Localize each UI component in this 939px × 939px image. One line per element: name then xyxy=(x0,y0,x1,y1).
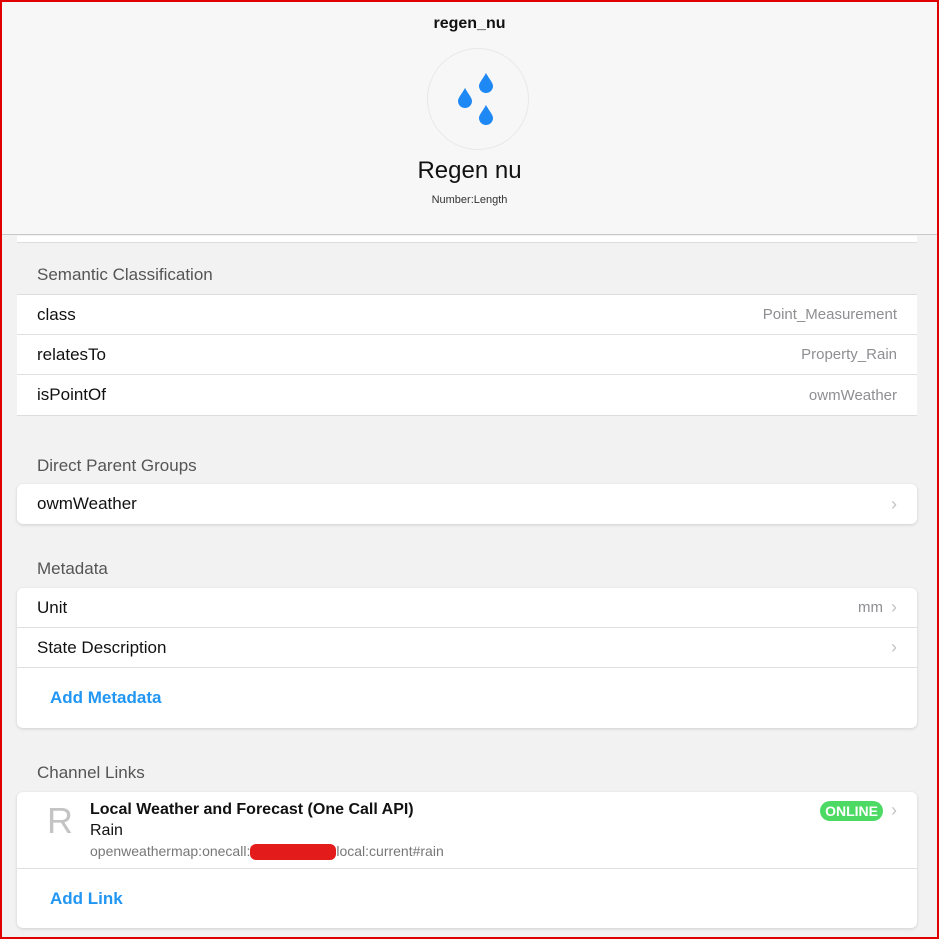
metadata-list: Unit mm › State Description › Add Metadata xyxy=(17,588,917,728)
row-key: isPointOf xyxy=(37,385,106,404)
metadata-state-description[interactable]: State Description › xyxy=(17,628,917,668)
metadata-unit[interactable]: Unit mm › xyxy=(17,588,917,628)
channel-label: Rain xyxy=(90,822,123,839)
status-badge: ONLINE xyxy=(820,800,883,821)
section-title-metadata: Metadata xyxy=(37,559,108,578)
rain-drops-icon xyxy=(427,48,529,150)
channel-avatar: R xyxy=(47,800,73,841)
add-metadata-row: Add Metadata xyxy=(17,668,917,728)
section-title-parents: Direct Parent Groups xyxy=(37,456,197,475)
section-title-channels: Channel Links xyxy=(37,763,145,782)
add-link-button[interactable]: Add Link xyxy=(50,889,123,909)
row-key: relatesTo xyxy=(37,344,106,364)
parents-list: owmWeather › xyxy=(17,484,917,524)
row-value: Property_Rain xyxy=(801,346,897,363)
section-title-semantic: Semantic Classification xyxy=(37,265,213,284)
row-value: mm xyxy=(858,599,883,616)
chevron-right-icon: › xyxy=(891,800,897,820)
row-key: class xyxy=(37,304,76,324)
row-key: Unit xyxy=(37,597,68,617)
group-name: owmWeather xyxy=(37,494,137,513)
semantic-row-ispointof: isPointOf owmWeather xyxy=(17,375,917,415)
thing-label: Local Weather and Forecast (One Call API… xyxy=(90,801,414,818)
item-name: regen_nu xyxy=(433,15,506,32)
row-value: Point_Measurement xyxy=(762,306,897,323)
add-metadata-button[interactable]: Add Metadata xyxy=(50,688,161,708)
semantic-list: class Point_Measurement relatesTo Property… xyxy=(17,294,917,416)
collapsed-card xyxy=(17,236,917,243)
semantic-row-class: class Point_Measurement xyxy=(17,295,917,335)
row-value: owmWeather xyxy=(808,386,897,404)
row-key: State Description xyxy=(37,637,167,657)
chevron-right-icon: › xyxy=(891,493,897,514)
redaction-mark xyxy=(250,844,337,861)
add-link-row: Add Link xyxy=(17,869,917,928)
item-header: regen_nu Regen nu Number:Length xyxy=(0,0,939,235)
channel-uid-prefix: openweathermap:onecall: xyxy=(90,843,251,859)
item-type: Number:Length xyxy=(431,194,508,206)
chevron-right-icon: › xyxy=(891,637,897,657)
parent-group-item[interactable]: owmWeather › xyxy=(17,484,917,524)
channel-uid-suffix: local:current#rain xyxy=(336,843,444,859)
channel-link-item[interactable]: R Local Weather and Forecast (One Call A… xyxy=(17,792,917,869)
chevron-right-icon: › xyxy=(891,597,897,617)
item-label: Regen nu xyxy=(417,157,522,184)
channel-links-list: R Local Weather and Forecast (One Call A… xyxy=(17,792,917,928)
semantic-row-relatesto: relatesTo Property_Rain xyxy=(17,335,917,375)
